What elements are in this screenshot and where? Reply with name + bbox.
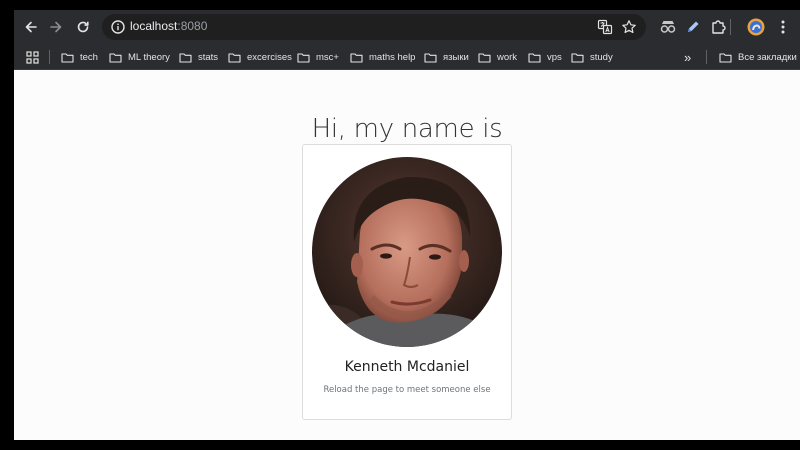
bookmark-folder-tech[interactable]: tech bbox=[61, 49, 98, 65]
translate-icon[interactable] bbox=[596, 18, 614, 36]
extension-spy-icon[interactable] bbox=[656, 15, 680, 39]
bookmark-label: msc+ bbox=[316, 51, 339, 63]
bookmark-folder-excercises[interactable]: excercises bbox=[228, 49, 292, 65]
bookmarks-overflow-button[interactable]: » bbox=[684, 49, 691, 65]
reload-icon[interactable] bbox=[71, 15, 95, 39]
bookmark-folder-languages[interactable]: языки bbox=[424, 49, 469, 65]
bookmark-folder-ml-theory[interactable]: ML theory bbox=[109, 49, 170, 65]
url-port: :8080 bbox=[177, 19, 208, 33]
bookmark-label: excercises bbox=[247, 51, 292, 63]
bookmark-label: study bbox=[590, 51, 613, 63]
browser-toolbar: localhost:8080 bbox=[14, 10, 800, 44]
folder-icon bbox=[424, 52, 437, 63]
kebab-menu-icon[interactable] bbox=[771, 15, 795, 39]
bookmark-label: stats bbox=[198, 51, 219, 63]
star-icon[interactable] bbox=[620, 18, 638, 36]
bookmark-label: ML theory bbox=[128, 51, 170, 63]
all-bookmarks-label: Все закладки bbox=[738, 51, 797, 63]
bookmark-folder-study[interactable]: study bbox=[571, 49, 613, 65]
folder-icon bbox=[571, 52, 584, 63]
reload-hint: Reload the page to meet someone else bbox=[323, 385, 491, 395]
address-bar[interactable]: localhost:8080 bbox=[102, 14, 646, 40]
bookmark-label: tech bbox=[80, 51, 98, 63]
bookmark-label: языки bbox=[443, 51, 469, 63]
bookmark-label: work bbox=[497, 51, 518, 63]
folder-icon bbox=[478, 52, 491, 63]
folder-icon bbox=[109, 52, 122, 63]
bookmark-folder-maths-help[interactable]: maths help bbox=[350, 49, 415, 65]
url-host: localhost bbox=[130, 19, 178, 33]
profile-card: Kenneth Mcdaniel Reload the page to meet… bbox=[302, 144, 512, 420]
profile-photo bbox=[312, 157, 502, 347]
bookmarks-bar: tech ML theory stats excercises msc+ mat… bbox=[14, 44, 800, 70]
bookmark-folder-vps[interactable]: vps bbox=[528, 49, 562, 65]
profile-avatar[interactable] bbox=[744, 15, 768, 39]
apps-grid-icon[interactable] bbox=[26, 49, 45, 65]
bookmark-label: vps bbox=[547, 51, 562, 63]
folder-icon bbox=[61, 52, 74, 63]
folder-icon bbox=[528, 52, 541, 63]
site-info-icon[interactable] bbox=[110, 19, 126, 35]
extension-pen-icon[interactable] bbox=[681, 15, 705, 39]
bookmark-folder-work[interactable]: work bbox=[478, 49, 517, 65]
bookmark-folder-msc[interactable]: msc+ bbox=[297, 49, 339, 65]
bookmarks-divider bbox=[706, 50, 707, 64]
puzzle-icon[interactable] bbox=[706, 15, 730, 39]
person-name: Kenneth Mcdaniel bbox=[344, 359, 470, 375]
toolbar-divider bbox=[730, 19, 731, 35]
browser-window: localhost:8080 tech ML theory stats exce… bbox=[14, 10, 800, 440]
back-arrow-icon[interactable] bbox=[19, 15, 43, 39]
bookmarks-divider bbox=[49, 50, 50, 64]
all-bookmarks-folder[interactable]: Все закладки bbox=[719, 49, 797, 65]
folder-icon bbox=[719, 52, 732, 63]
bookmark-folder-stats[interactable]: stats bbox=[179, 49, 218, 65]
page-title: Hi, my name is bbox=[311, 114, 503, 144]
page-content: Hi, my name is Kenneth Mcdaniel Reload t… bbox=[14, 70, 800, 440]
folder-icon bbox=[297, 52, 310, 63]
forward-arrow-icon[interactable] bbox=[44, 15, 68, 39]
folder-icon bbox=[228, 52, 241, 63]
url-text: localhost:8080 bbox=[130, 19, 207, 33]
folder-icon bbox=[179, 52, 192, 63]
bookmark-label: maths help bbox=[369, 51, 416, 63]
folder-icon bbox=[350, 52, 363, 63]
